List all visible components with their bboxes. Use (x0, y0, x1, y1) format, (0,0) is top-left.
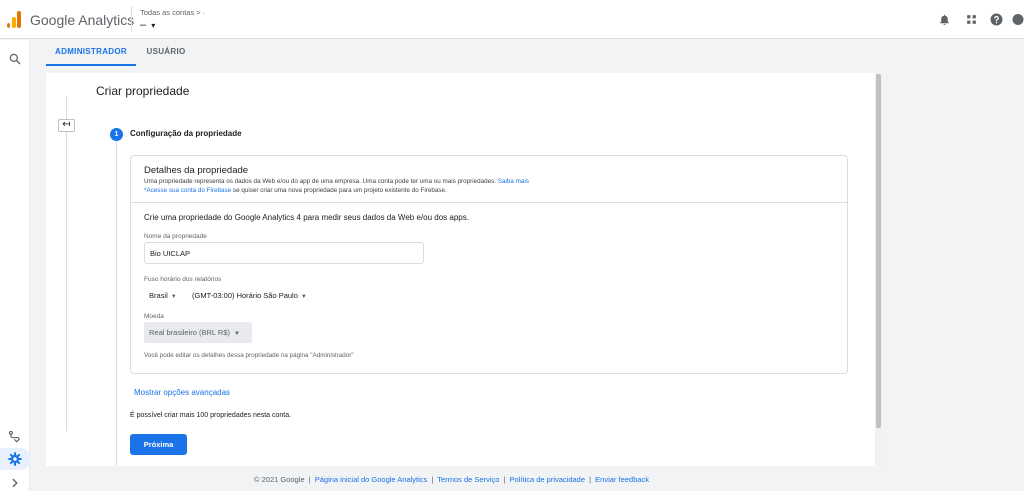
timezone-select[interactable]: (GMT-03:00) Horário São Paulo ▼ (192, 291, 307, 300)
footer-terms-link[interactable]: Termos de Serviço (437, 475, 499, 484)
left-rail (0, 40, 31, 491)
tab-administrador[interactable]: ADMINISTRADOR (46, 40, 136, 66)
currency-label: Moeda (144, 313, 164, 320)
chevron-down-icon: ▾ (151, 21, 157, 30)
copyright-text: © 2021 Google (254, 475, 305, 484)
app-header: Google Analytics Todas as contas > · – ▾ (0, 0, 1024, 39)
property-intro-text: Crie uma propriedade do Google Analytics… (144, 213, 469, 222)
edit-details-note: Você pode editar os detalhes dessa propr… (144, 352, 354, 359)
footer-home-link[interactable]: Página inicial do Google Analytics (315, 475, 428, 484)
property-details-panel: Detalhes da propriedade Uma propriedade … (130, 155, 848, 374)
description-text: Uma propriedade representa os dados da W… (144, 178, 497, 185)
route-icon[interactable] (8, 430, 22, 444)
account-name: – (140, 19, 148, 31)
step-line (116, 141, 117, 466)
firebase-note: *Acesse sua conta do Firebase se quiser … (144, 187, 447, 194)
breadcrumb-dot: · (202, 8, 206, 17)
chevron-down-icon: ▼ (234, 331, 240, 337)
chevron-down-icon: ▼ (170, 294, 177, 300)
footer-privacy-link[interactable]: Política de privacidade (510, 475, 585, 484)
property-name-input[interactable] (144, 242, 424, 264)
step-number-badge: 1 (110, 128, 123, 141)
chevron-down-icon: ▼ (300, 294, 307, 300)
page-footer: © 2021 Google | Página inicial do Google… (254, 475, 649, 484)
progress-line (66, 96, 67, 431)
account-selector[interactable]: – ▾ (140, 19, 156, 31)
page-title: Criar propriedade (96, 84, 190, 98)
help-icon[interactable] (990, 13, 1003, 26)
learn-more-link[interactable]: Saiba mais (498, 178, 529, 185)
show-advanced-options-link[interactable]: Mostrar opções avançadas (134, 388, 230, 397)
tab-usuario[interactable]: USUÁRIO (146, 40, 186, 66)
timezone-value: (GMT-03:00) Horário São Paulo (192, 291, 298, 300)
search-icon[interactable] (8, 52, 22, 66)
panel-title: Detalhes da propriedade (144, 165, 249, 176)
breadcrumb-chevron-icon: > (196, 8, 201, 17)
step-title: Configuração da propriedade (130, 129, 242, 138)
account-breadcrumb[interactable]: Todas as contas > · (140, 8, 205, 17)
property-limit-text: É possível criar mais 100 propriedades n… (130, 412, 292, 419)
firebase-link[interactable]: Acesse sua conta do Firebase (146, 187, 231, 194)
back-arrow-icon[interactable]: ↤ (58, 119, 75, 132)
scrollbar-thumb[interactable] (876, 74, 881, 428)
next-button[interactable]: Próxima (130, 434, 187, 455)
firebase-suffix: se quiser criar uma nova propriedade par… (231, 187, 447, 194)
apps-grid-icon[interactable] (965, 13, 978, 26)
country-value: Brasil (149, 291, 168, 300)
analytics-logo-icon[interactable] (7, 11, 21, 28)
footer-separator: | (589, 475, 592, 484)
currency-value: Real brasileiro (BRL R$) (149, 328, 230, 337)
account-breadcrumb-label: Todas as contas (140, 8, 195, 17)
gear-icon[interactable] (8, 452, 22, 466)
bell-icon[interactable] (938, 13, 951, 26)
create-property-card: Criar propriedade ↤ 1 Configuração da pr… (46, 73, 882, 466)
footer-feedback-link[interactable]: Enviar feedback (595, 475, 649, 484)
chevron-right-icon[interactable] (8, 476, 22, 490)
currency-select[interactable]: Real brasileiro (BRL R$) ▼ (144, 322, 252, 343)
account-avatar-icon[interactable] (1012, 13, 1024, 26)
footer-separator: | (431, 475, 434, 484)
panel-description: Uma propriedade representa os dados da W… (144, 178, 529, 185)
header-divider (131, 6, 132, 32)
property-name-label: Nome da propriedade (144, 233, 207, 240)
panel-header: Detalhes da propriedade Uma propriedade … (131, 156, 847, 203)
app-title[interactable]: Google Analytics (30, 12, 134, 28)
country-select[interactable]: Brasil ▼ (149, 291, 177, 300)
footer-separator: | (308, 475, 311, 484)
footer-separator: | (503, 475, 506, 484)
timezone-label: Fuso horário dos relatórios (144, 276, 222, 283)
